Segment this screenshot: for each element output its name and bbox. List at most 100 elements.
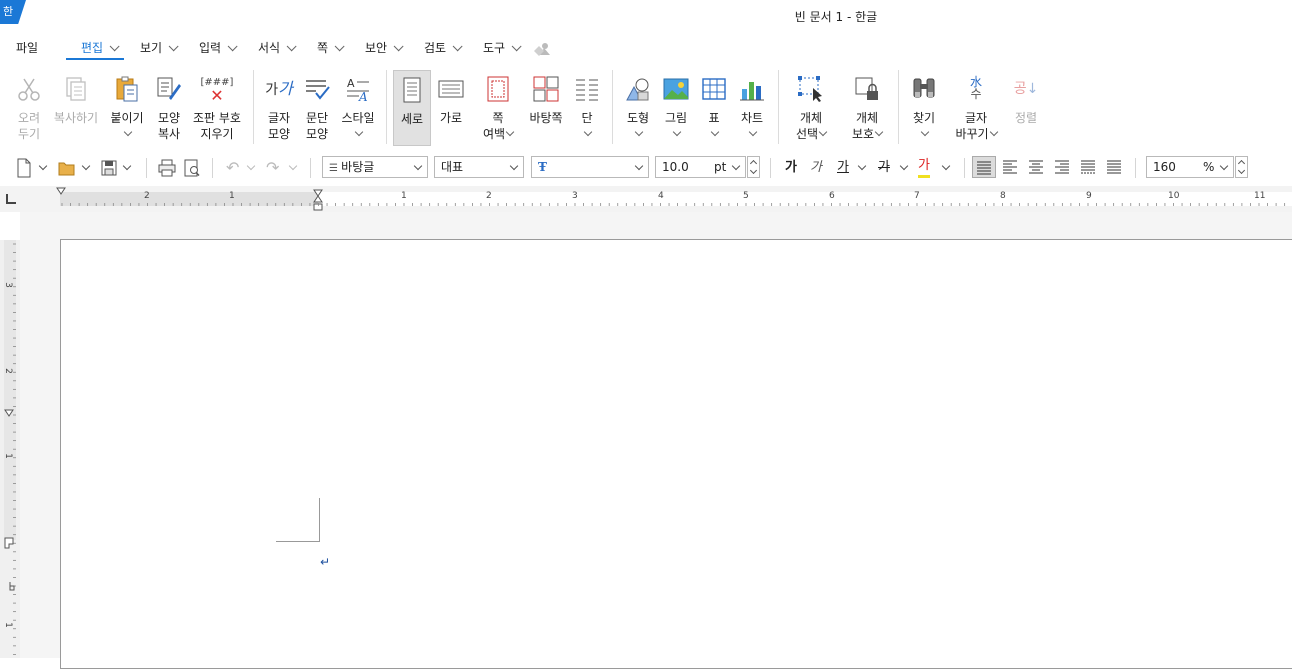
- chevron-down-icon[interactable]: [941, 161, 951, 171]
- ruler-label: 1: [2, 453, 13, 459]
- shapes-button[interactable]: 도형: [620, 66, 656, 150]
- paste-button[interactable]: 붙이기: [108, 66, 146, 150]
- protect-object-button[interactable]: 개체 보호: [846, 66, 888, 150]
- chevron-down-icon: [393, 41, 404, 52]
- open-folder-icon[interactable]: [58, 157, 76, 179]
- strikethrough-label: 가: [878, 160, 890, 175]
- menu-insert[interactable]: 입력: [199, 36, 238, 60]
- ruler-label: 5: [743, 191, 749, 201]
- font-color-button[interactable]: 가: [918, 157, 930, 178]
- chevron-down-icon: [920, 127, 930, 137]
- copy-label: 복사하기: [53, 111, 99, 125]
- chevron-down-icon[interactable]: [38, 161, 48, 171]
- chevron-down-icon: [413, 161, 423, 171]
- underline-button[interactable]: 가: [837, 157, 849, 179]
- distribute-align-button[interactable]: [1077, 156, 1101, 178]
- chevron-down-icon: [634, 127, 644, 137]
- style-select-value: 바탕글: [341, 160, 375, 174]
- redo-icon[interactable]: ↷: [266, 157, 279, 179]
- font-size-input[interactable]: 10.0 pt: [655, 156, 746, 178]
- picture-button[interactable]: 그림: [658, 66, 694, 150]
- style-button[interactable]: AA 스타일: [338, 66, 378, 150]
- menu-format[interactable]: 서식: [258, 36, 297, 60]
- chevron-down-icon[interactable]: [246, 161, 256, 171]
- language-select[interactable]: 대표: [434, 156, 524, 178]
- font-size-stepper[interactable]: [747, 156, 760, 178]
- zoom-input[interactable]: 160 %: [1146, 156, 1234, 178]
- portrait-button[interactable]: 세로: [393, 70, 431, 146]
- chevron-down-icon[interactable]: [899, 161, 909, 171]
- clipboard-icon: [116, 76, 138, 102]
- cut-button[interactable]: 오려 두기: [10, 66, 48, 150]
- chevron-down-icon[interactable]: [81, 161, 91, 171]
- chevron-down-icon[interactable]: [288, 161, 298, 171]
- chart-button[interactable]: 차트: [734, 66, 770, 150]
- table-icon: [702, 78, 726, 100]
- chevron-down-icon[interactable]: [857, 161, 867, 171]
- right-align-button[interactable]: [1051, 156, 1075, 178]
- menu-edit[interactable]: 편집: [81, 36, 120, 60]
- sort-button[interactable]: 공↓ 정렬: [1008, 66, 1044, 150]
- menu-format-label: 서식: [258, 41, 281, 55]
- menu-edit-label: 편집: [81, 41, 104, 55]
- char-shape-button[interactable]: 가가 글자 모양: [262, 66, 296, 150]
- document-page[interactable]: [60, 239, 1292, 669]
- italic-button[interactable]: 가: [810, 157, 822, 179]
- print-preview-icon[interactable]: [183, 157, 201, 179]
- replace-char-button[interactable]: 水수 글자 바꾸기: [952, 66, 1000, 150]
- menu-review[interactable]: 검토: [424, 36, 463, 60]
- divide-align-button[interactable]: [1103, 156, 1127, 178]
- page-margins-button[interactable]: 쪽 여백: [478, 66, 518, 150]
- binoculars-icon: [913, 78, 935, 98]
- style-select[interactable]: ☰ 바탕글: [322, 156, 428, 178]
- copy-button[interactable]: 복사하기: [52, 66, 100, 150]
- font-select[interactable]: Ŧ: [531, 156, 649, 178]
- ribbon-separator: [898, 70, 899, 144]
- left-align-button[interactable]: [999, 156, 1023, 178]
- align-right-icon: [1055, 160, 1069, 174]
- menu-file-label: 파일: [16, 41, 39, 55]
- clear-marks-button[interactable]: [###] ✕ 조판 부호 지우기: [190, 66, 244, 150]
- chevron-down-icon: [168, 41, 179, 52]
- para-shape-button[interactable]: 문단 모양: [300, 66, 334, 150]
- paragraph-shape-icon: [306, 80, 330, 100]
- truetype-font-icon: Ŧ: [538, 160, 547, 174]
- sort-icon-text: 공: [1013, 81, 1027, 97]
- find-button[interactable]: 찾기: [906, 66, 942, 150]
- vertical-ruler[interactable]: 3 2 1 1: [0, 240, 20, 658]
- columns-button[interactable]: 단: [570, 66, 604, 150]
- select-object-button[interactable]: 개체 선택: [790, 66, 832, 150]
- toolbar-separator: [212, 158, 213, 178]
- table-button[interactable]: 표: [698, 66, 730, 150]
- new-document-icon[interactable]: [16, 157, 32, 179]
- chevron-down-icon[interactable]: [122, 161, 132, 171]
- save-icon[interactable]: [101, 157, 117, 179]
- print-icon[interactable]: [158, 157, 176, 179]
- vertical-ruler-scale: [4, 240, 16, 655]
- style-label: 스타일: [341, 111, 375, 125]
- menu-tools[interactable]: 도구: [483, 36, 522, 60]
- menu-bar: 파일 편집 보기 입력 서식 쪽 보안 검토 도구: [0, 36, 1292, 60]
- landscape-button[interactable]: 가로: [434, 66, 468, 150]
- horizontal-ruler[interactable]: 2 1 1 2 3 4 5 6 7 8 9 10 11: [0, 186, 1292, 212]
- chevron-down-icon: [731, 161, 741, 171]
- menu-file[interactable]: 파일: [16, 36, 38, 60]
- landscape-page-icon: [438, 80, 464, 98]
- align-divide-icon: [1107, 160, 1121, 174]
- zoom-stepper[interactable]: [1235, 156, 1248, 178]
- clear-marks-label-2: 지우기: [200, 127, 234, 141]
- menu-page[interactable]: 쪽: [317, 36, 345, 60]
- menu-view[interactable]: 보기: [140, 36, 179, 60]
- char-shape-icon-accent: 가: [278, 79, 293, 98]
- menu-security[interactable]: 보안: [365, 36, 404, 60]
- undo-icon[interactable]: ↶: [226, 157, 239, 179]
- chevron-down-icon: [509, 161, 519, 171]
- bold-button[interactable]: 가: [785, 157, 797, 179]
- strikethrough-button[interactable]: 가: [878, 157, 890, 179]
- format-copy-button[interactable]: 모양 복사: [150, 66, 188, 150]
- menu-page-label: 쪽: [317, 41, 329, 55]
- collaboration-icon[interactable]: [534, 40, 550, 56]
- justify-align-button[interactable]: [972, 156, 996, 178]
- center-align-button[interactable]: [1025, 156, 1049, 178]
- master-page-button[interactable]: 바탕쪽: [526, 66, 566, 150]
